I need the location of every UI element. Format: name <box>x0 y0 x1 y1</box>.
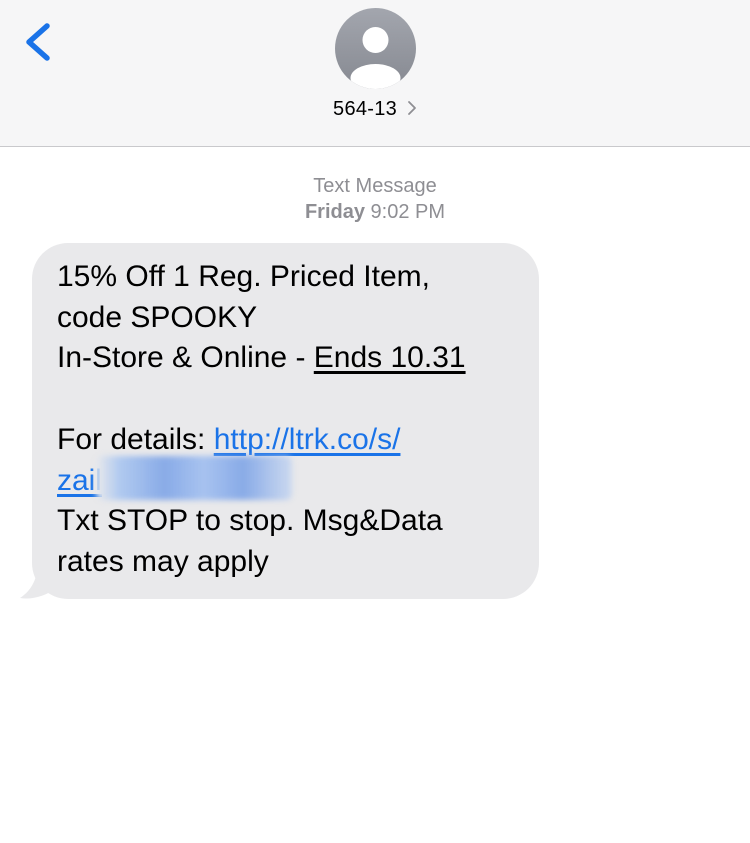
incoming-message-bubble[interactable]: 15% Off 1 Reg. Priced Item, code SPOOKY … <box>32 243 539 599</box>
message-day: Friday <box>304 201 365 223</box>
chevron-right-icon <box>408 101 416 116</box>
message-time: 9:02 PM <box>370 201 446 223</box>
message-line: rates may apply <box>57 544 269 578</box>
message-line: Txt STOP to stop. Msg&Data <box>57 504 443 538</box>
contact-avatar[interactable] <box>335 8 416 89</box>
date-time-label: Friday 9:02 PM <box>0 199 750 225</box>
message-timestamp: Text Message Friday 9:02 PM <box>0 173 750 225</box>
message-text: For details: <box>57 422 214 456</box>
redacted-link-blur <box>96 455 293 500</box>
details-link[interactable]: http://ltrk.co/s/ <box>214 423 401 456</box>
service-label: Text Message <box>313 175 437 197</box>
contact-name-row[interactable]: 564-13 <box>0 98 750 121</box>
contact-name: 564-13 <box>333 98 398 120</box>
message-line: 15% Off 1 Reg. Priced Item, <box>57 260 430 293</box>
message-line: code SPOOKY <box>57 300 258 334</box>
message-line: In-Store & Online - Ends 10.31 <box>57 338 519 379</box>
person-icon <box>350 27 401 89</box>
back-button[interactable] <box>14 12 66 72</box>
message-line: zail <box>57 455 519 502</box>
chevron-left-icon <box>26 23 50 61</box>
date-detected-text[interactable]: Ends 10.31 <box>314 341 466 374</box>
message-line: For details: http://ltrk.co/s/ <box>57 420 519 461</box>
message-text: In-Store & Online - <box>57 341 314 375</box>
conversation-header: 564-13 <box>0 0 750 147</box>
